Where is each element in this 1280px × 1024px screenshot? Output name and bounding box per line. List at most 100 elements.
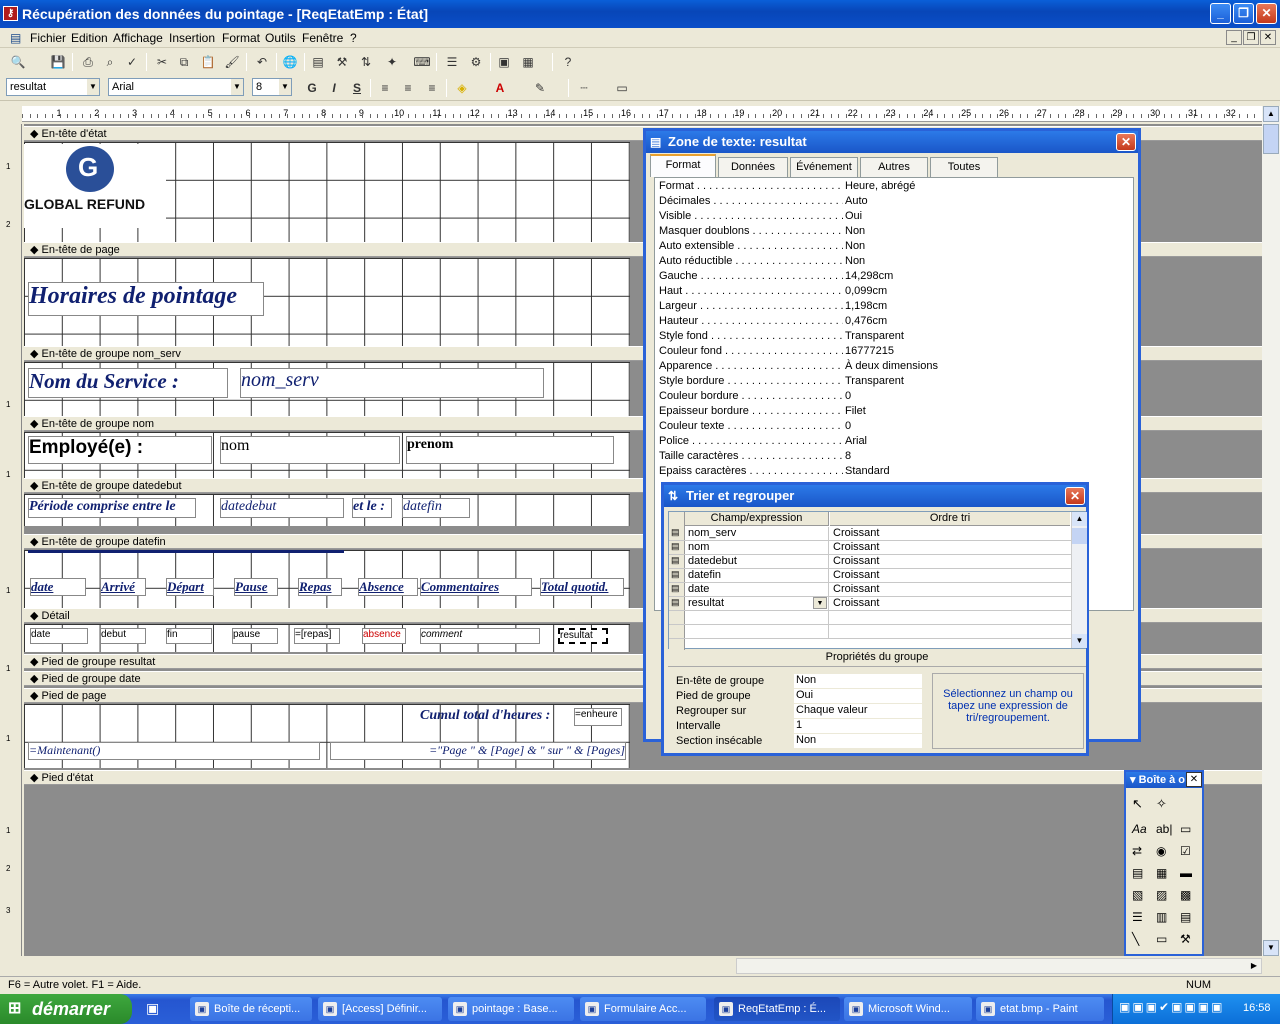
vertical-scrollbar[interactable]: ▲ ▼ (1262, 106, 1280, 956)
property-value[interactable]: Auto (845, 195, 1119, 207)
property-value[interactable]: 0,099cm (845, 285, 1119, 297)
command-button-icon[interactable]: ▬ (1180, 866, 1192, 880)
column-header[interactable]: date (30, 578, 86, 596)
sort-row[interactable]: ▤ nom Croissant (669, 541, 1071, 555)
menu-format[interactable]: Format (222, 31, 260, 45)
sort-row[interactable] (669, 611, 1071, 625)
menu-fichier[interactable]: Fichier (30, 31, 66, 45)
mdi-restore-button[interactable]: ❐ (1243, 30, 1259, 45)
tray-icons[interactable]: ▣▣▣✔▣▣▣▣ (1119, 1000, 1224, 1014)
sort-field[interactable]: nom_serv (688, 527, 829, 540)
property-row[interactable]: Format . . . . . . . . . . . . . . . . .… (659, 180, 1119, 195)
properties-title[interactable]: ▤ Zone de texte: resultat (646, 131, 1138, 153)
detail-field[interactable]: pause (232, 628, 278, 644)
cumul-field[interactable]: =enheure (574, 708, 622, 726)
group-prop-value[interactable]: Non (794, 734, 922, 748)
property-value[interactable]: Filet (845, 405, 1119, 417)
periode-label[interactable]: Période comprise entre le (28, 498, 196, 518)
tab-donnees[interactable]: Données (718, 157, 788, 177)
font-combo[interactable]: Arial ▼ (108, 78, 244, 96)
property-row[interactable]: Epaisseur bordure . . . . . . . . . . . … (659, 405, 1119, 420)
field-list-icon[interactable]: ▤ (308, 53, 328, 71)
properties-close-button[interactable]: ✕ (1116, 133, 1136, 151)
close-button[interactable]: ✕ (1256, 3, 1277, 24)
property-value[interactable]: 16777215 (845, 345, 1119, 357)
sort-grid-scrollbar[interactable]: ▲ ▼ (1071, 512, 1087, 648)
nom-field[interactable]: nom (220, 436, 400, 464)
menu-fenetre[interactable]: Fenêtre (302, 31, 343, 45)
menu-affichage[interactable]: Affichage (113, 31, 163, 45)
fill-color-icon[interactable]: ◈ (452, 79, 472, 97)
underline-button[interactable]: S (347, 79, 367, 97)
column-header[interactable]: Commentaires (420, 578, 532, 596)
property-value[interactable]: Non (845, 255, 1119, 267)
property-row[interactable]: Haut . . . . . . . . . . . . . . . . . .… (659, 285, 1119, 300)
paste-icon[interactable]: 📋 (198, 53, 218, 71)
property-row[interactable]: Auto extensible . . . . . . . . . . . . … (659, 240, 1119, 255)
sort-order[interactable]: Croissant (833, 541, 879, 553)
property-value[interactable]: 8 (845, 450, 1119, 462)
minimize-button[interactable]: _ (1210, 3, 1231, 24)
sort-field[interactable]: resultat (688, 597, 829, 610)
sort-field[interactable]: datefin (688, 569, 829, 582)
property-value[interactable]: Transparent (845, 375, 1119, 387)
autoformat-icon[interactable]: ✦ (382, 53, 402, 71)
sort-field[interactable]: date (688, 583, 829, 596)
property-row[interactable]: Masquer doublons . . . . . . . . . . . .… (659, 225, 1119, 240)
cut-icon[interactable]: ✂ (152, 53, 172, 71)
taskbar-item[interactable]: ▣ Formulaire Acc... (580, 997, 706, 1021)
group-prop-value[interactable]: Non (794, 674, 922, 688)
sort-field[interactable]: nom (688, 541, 829, 554)
property-row[interactable]: Largeur . . . . . . . . . . . . . . . . … (659, 300, 1119, 315)
employe-label[interactable]: Employé(e) : (28, 436, 212, 464)
sort-row[interactable]: ▤ date Croissant (669, 583, 1071, 597)
new-object-icon[interactable]: ▦ (518, 53, 538, 71)
group-prop-value[interactable]: Oui (794, 689, 922, 703)
property-value[interactable]: Non (845, 225, 1119, 237)
property-row[interactable]: Style fond . . . . . . . . . . . . . . .… (659, 330, 1119, 345)
group-prop-value[interactable]: Chaque valeur (794, 704, 922, 718)
restore-button[interactable]: ❐ (1233, 3, 1254, 24)
logo-image[interactable]: G GLOBAL REFUND (24, 144, 166, 228)
database-window-icon[interactable]: ▣ (494, 53, 514, 71)
more-controls-icon[interactable]: ⚒ (1180, 932, 1191, 946)
sort-order[interactable]: Croissant (833, 583, 879, 595)
print-icon[interactable]: ⎙ (78, 53, 98, 71)
property-value[interactable]: 0 (845, 390, 1119, 402)
taskbar-item[interactable]: ▣ pointage : Base... (448, 997, 574, 1021)
datedebut-field[interactable]: datedebut (220, 498, 344, 518)
sort-row[interactable]: ▤ resultat Croissant ▼ (669, 597, 1071, 611)
tab-evenement[interactable]: Événement (790, 157, 858, 177)
hyperlink-icon[interactable]: 🌐 (280, 53, 300, 71)
save-icon[interactable]: 💾 (48, 53, 68, 71)
column-header[interactable]: Pause (234, 578, 278, 596)
scroll-thumb[interactable] (1263, 124, 1279, 154)
tab-format[interactable]: Format (650, 154, 716, 177)
menu-help[interactable]: ? (350, 31, 357, 45)
print-preview-icon[interactable]: ⌕ (100, 53, 120, 71)
mdi-minimize-button[interactable]: _ (1226, 30, 1242, 45)
taskbar-item[interactable]: ▣ etat.bmp - Paint (976, 997, 1104, 1021)
property-row[interactable]: Couleur bordure . . . . . . . . . . . . … (659, 390, 1119, 405)
start-button[interactable]: ⊞ démarrer (0, 994, 132, 1024)
sort-group-close-button[interactable]: ✕ (1065, 487, 1085, 505)
menu-outils[interactable]: Outils (265, 31, 296, 45)
bold-button[interactable]: G (302, 79, 322, 97)
toggle-button-icon[interactable]: ⇄ (1132, 844, 1142, 858)
now-field[interactable]: =Maintenant() (28, 742, 320, 760)
copy-icon[interactable]: ⧉ (174, 53, 194, 71)
property-value[interactable]: Non (845, 240, 1119, 252)
line-tool-icon[interactable]: ╲ (1132, 932, 1139, 946)
group-prop-value[interactable]: 1 (794, 719, 922, 733)
quicklaunch-icon[interactable]: ▣ (146, 1000, 159, 1017)
italic-button[interactable]: I (324, 79, 344, 97)
subform-icon[interactable]: ▤ (1180, 910, 1191, 924)
select-objects-icon[interactable]: ↖ (1132, 796, 1143, 812)
property-row[interactable]: Police . . . . . . . . . . . . . . . . .… (659, 435, 1119, 450)
taskbar-item[interactable]: ▣ [Access] Définir... (318, 997, 442, 1021)
format-painter-icon[interactable]: 🖌 (222, 53, 242, 71)
sort-group-title[interactable]: ⇅ Trier et regrouper (664, 485, 1086, 507)
border-width-icon[interactable]: ┈ (574, 79, 594, 97)
property-value[interactable]: Heure, abrégé (845, 180, 1119, 192)
align-center-icon[interactable]: ≡ (398, 79, 418, 97)
